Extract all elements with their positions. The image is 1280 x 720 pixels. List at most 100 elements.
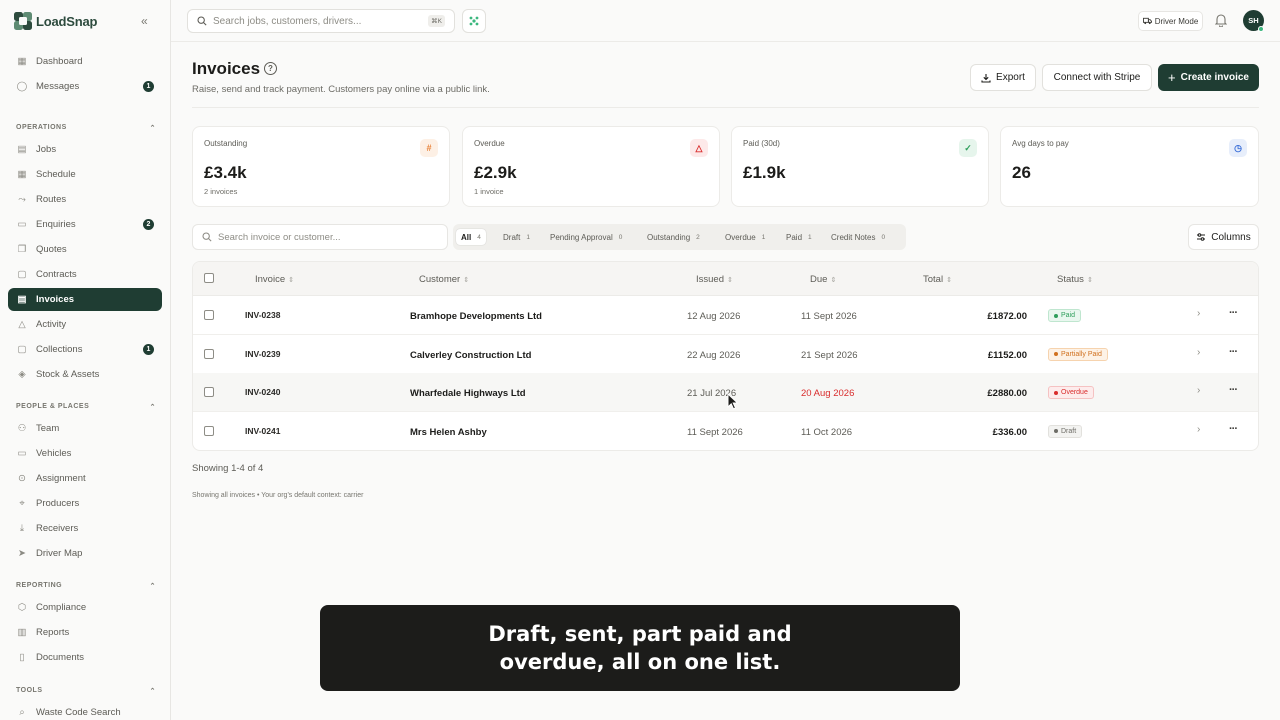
customer-name[interactable]: Wharfedale Highways Ltd bbox=[410, 388, 526, 399]
sidebar-item-dashboard[interactable]: ▦ Dashboard bbox=[8, 50, 162, 73]
invoice-number[interactable]: INV-0239 bbox=[245, 349, 280, 359]
export-button[interactable]: Export bbox=[970, 64, 1036, 91]
sidebar-item-enquiries[interactable]: ▭ Enquiries 2 bbox=[8, 213, 162, 236]
customer-name[interactable]: Bramhope Developments Ltd bbox=[410, 311, 542, 322]
driver-mode-button[interactable]: Driver Mode bbox=[1138, 11, 1203, 31]
sidebar-item-documents[interactable]: ▯ Documents bbox=[8, 646, 162, 669]
row-checkbox[interactable] bbox=[204, 310, 214, 320]
global-search-input[interactable]: Search jobs, customers, drivers... ⌘K bbox=[187, 9, 455, 33]
filter-tab-credit-notes[interactable]: Credit Notes 0 bbox=[826, 229, 890, 245]
sidebar-item-quotes[interactable]: ❐ Quotes bbox=[8, 238, 162, 261]
sidebar-item-contracts[interactable]: ▢ Contracts bbox=[8, 263, 162, 286]
status-dot bbox=[1054, 313, 1058, 318]
collapse-sidebar-icon[interactable]: « bbox=[141, 14, 148, 28]
column-header-total[interactable]: Total ⇕ bbox=[923, 274, 952, 285]
sidebar-item-producers[interactable]: ⌖ Producers bbox=[8, 492, 162, 515]
select-all-checkbox[interactable] bbox=[204, 273, 214, 283]
sidebar-item-stock-assets[interactable]: ◈ Stock & Assets bbox=[8, 363, 162, 386]
invoice-number[interactable]: INV-0240 bbox=[245, 387, 280, 397]
more-options-icon[interactable]: ··· bbox=[1229, 384, 1238, 396]
column-header-label: Customer bbox=[419, 274, 461, 285]
column-header-due[interactable]: Due ⇕ bbox=[810, 274, 836, 285]
sidebar-item-messages[interactable]: ◯ Messages 1 bbox=[8, 75, 162, 98]
sidebar-item-reports[interactable]: ▥ Reports bbox=[8, 621, 162, 644]
more-options-icon[interactable]: ··· bbox=[1229, 346, 1238, 358]
sidebar-item-driver-map[interactable]: ➤ Driver Map bbox=[8, 542, 162, 565]
invoice-number[interactable]: INV-0238 bbox=[245, 310, 280, 320]
driver-mode-label: Driver Mode bbox=[1154, 16, 1199, 26]
table-row[interactable]: INV-0238 Bramhope Developments Ltd 12 Aug … bbox=[193, 296, 1258, 335]
chevron-up-icon[interactable]: ⌃ bbox=[150, 687, 156, 695]
sidebar-item-label: Assignment bbox=[36, 473, 86, 484]
route-icon: ⤳ bbox=[18, 194, 26, 205]
sidebar-item-activity[interactable]: △ Activity bbox=[8, 313, 162, 336]
sidebar-item-routes[interactable]: ⤳ Routes bbox=[8, 188, 162, 211]
sidebar-item-vehicles[interactable]: ▭ Vehicles bbox=[8, 442, 162, 465]
table-row[interactable]: INV-0239 Calverley Construction Ltd 22 Aug… bbox=[193, 335, 1258, 374]
app-logo[interactable]: LoadSnap bbox=[13, 11, 97, 31]
help-icon[interactable]: ? bbox=[264, 62, 277, 75]
row-checkbox[interactable] bbox=[204, 387, 214, 398]
more-options-icon[interactable]: ··· bbox=[1229, 307, 1238, 319]
connect-stripe-button[interactable]: Connect with Stripe bbox=[1042, 64, 1152, 91]
column-header-invoice[interactable]: Invoice ⇕ bbox=[255, 274, 294, 285]
sidebar-item-team[interactable]: ⚇ Team bbox=[8, 417, 162, 440]
column-header-customer[interactable]: Customer ⇕ bbox=[419, 274, 469, 285]
customer-name[interactable]: Calverley Construction Ltd bbox=[410, 350, 531, 361]
due-date: 20 Aug 2026 bbox=[801, 388, 855, 400]
sidebar-section-operations[interactable]: OPERATIONS ⌃ bbox=[16, 124, 156, 132]
filter-tab-outstanding[interactable]: Outstanding 2 bbox=[642, 229, 705, 245]
activity-icon: △ bbox=[18, 319, 26, 330]
customer-name[interactable]: Mrs Helen Ashby bbox=[410, 427, 487, 438]
chevron-right-icon[interactable]: › bbox=[1197, 308, 1200, 319]
filter-tab-all[interactable]: All 4 bbox=[456, 229, 486, 245]
sidebar-item-waste-code-search[interactable]: ⌕ Waste Code Search bbox=[8, 701, 162, 720]
sidebar-item-invoices[interactable]: ▤ Invoices bbox=[8, 288, 162, 311]
table-row[interactable]: INV-0241 Mrs Helen Ashby 11 Sept 2026 11 Oc… bbox=[193, 412, 1258, 450]
chevron-up-icon[interactable]: ⌃ bbox=[150, 124, 156, 132]
app-name: LoadSnap bbox=[36, 13, 98, 29]
create-invoice-button[interactable]: + Create invoice bbox=[1158, 64, 1259, 91]
filter-tab-paid[interactable]: Paid 1 bbox=[781, 229, 817, 245]
chevron-up-icon[interactable]: ⌃ bbox=[150, 403, 156, 411]
filter-tab-pending-approval[interactable]: Pending Approval 0 bbox=[545, 229, 627, 245]
filter-label: Overdue bbox=[725, 232, 756, 242]
sidebar-item-assignment[interactable]: ⊙ Assignment bbox=[8, 467, 162, 490]
more-options-icon[interactable]: ··· bbox=[1229, 423, 1238, 435]
ai-assistant-button[interactable] bbox=[462, 9, 486, 33]
sort-icon: ⇕ bbox=[830, 277, 837, 284]
sidebar-item-jobs[interactable]: ▤ Jobs bbox=[8, 138, 162, 161]
filter-label: Pending Approval bbox=[550, 232, 613, 242]
chevron-up-icon[interactable]: ⌃ bbox=[150, 582, 156, 590]
sidebar-section-reporting[interactable]: REPORTING ⌃ bbox=[16, 582, 156, 590]
grid-icon: ▦ bbox=[17, 56, 27, 67]
invoice-search-input[interactable]: Search invoice or customer... bbox=[192, 224, 448, 250]
column-header-issued[interactable]: Issued ⇕ bbox=[696, 274, 733, 285]
create-invoice-label: Create invoice bbox=[1180, 72, 1249, 83]
invoice-number[interactable]: INV-0241 bbox=[245, 426, 280, 436]
sidebar-item-compliance[interactable]: ⬡ Compliance bbox=[8, 596, 162, 619]
notifications-bell-icon[interactable] bbox=[1215, 13, 1227, 27]
column-header-status[interactable]: Status ⇕ bbox=[1057, 274, 1093, 285]
columns-button[interactable]: Columns bbox=[1188, 224, 1259, 250]
sparkle-icon bbox=[469, 16, 479, 26]
sidebar-item-label: Activity bbox=[36, 319, 67, 330]
alert-triangle-icon: △ bbox=[690, 139, 708, 157]
status-dot bbox=[1054, 429, 1058, 434]
sidebar-section-people-places[interactable]: PEOPLE & PLACES ⌃ bbox=[16, 403, 156, 411]
sidebar-item-collections[interactable]: ▢ Collections 1 bbox=[8, 338, 162, 361]
issued-date: 11 Sept 2026 bbox=[687, 426, 743, 438]
table-row[interactable]: INV-0240 Wharfedale Highways Ltd 21 Jul 20… bbox=[193, 373, 1258, 413]
hash-icon: # bbox=[420, 139, 438, 157]
filter-tab-overdue[interactable]: Overdue 1 bbox=[720, 229, 770, 245]
sidebar-item-schedule[interactable]: ▦ Schedule bbox=[8, 163, 162, 186]
chevron-right-icon[interactable]: › bbox=[1197, 385, 1200, 396]
chevron-right-icon[interactable]: › bbox=[1197, 424, 1200, 435]
row-checkbox[interactable] bbox=[204, 348, 214, 359]
sidebar-section-tools[interactable]: TOOLS ⌃ bbox=[16, 687, 156, 695]
sort-icon: ⇕ bbox=[288, 277, 294, 284]
sidebar-item-receivers[interactable]: ⤓ Receivers bbox=[8, 517, 162, 540]
row-checkbox[interactable] bbox=[204, 425, 214, 436]
filter-tab-draft[interactable]: Draft 1 bbox=[498, 229, 535, 245]
chevron-right-icon[interactable]: › bbox=[1197, 347, 1200, 358]
